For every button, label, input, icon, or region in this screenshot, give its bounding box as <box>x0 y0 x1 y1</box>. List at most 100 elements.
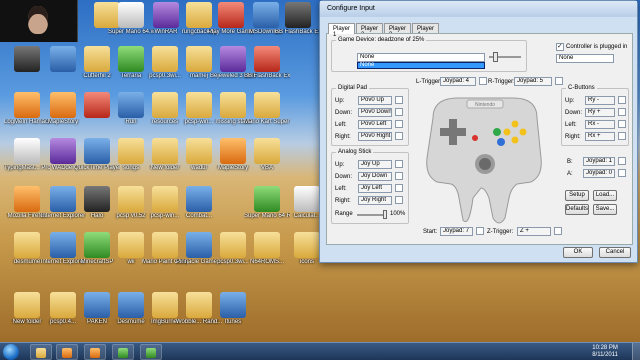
a-button-checkbox[interactable] <box>618 169 626 177</box>
defaults-button[interactable]: Defaults <box>565 204 589 215</box>
mapping-field[interactable]: Rx - <box>585 120 615 129</box>
app-icon <box>152 92 178 118</box>
mapping-field[interactable]: Ry - <box>585 96 615 105</box>
mapping-field[interactable]: Pov0 Up <box>358 96 392 105</box>
start-label: Start: <box>423 229 438 235</box>
desktop-icon-label: Combat... <box>185 213 212 219</box>
setup-button[interactable]: Setup <box>565 190 589 201</box>
l-trigger-label: L-Trigger: <box>416 79 442 85</box>
media-icon <box>62 348 72 358</box>
mapping-field[interactable]: Pov0 Right <box>358 132 392 141</box>
mapping-checkbox[interactable] <box>618 120 626 128</box>
desktop-icon[interactable]: Itunes <box>210 292 256 336</box>
app-icon <box>152 46 178 72</box>
mapping-label: Left: <box>565 122 577 128</box>
app-icon <box>14 186 40 212</box>
range-label: Range <box>335 211 353 217</box>
taskbar-media[interactable] <box>56 344 78 360</box>
mapping-field[interactable]: Joy Down <box>358 172 392 181</box>
controller-plugged-checkbox[interactable]: ✓ <box>556 43 564 51</box>
mapping-label: Down: <box>335 110 353 116</box>
app-icon <box>186 186 212 212</box>
controller-plugged-label: Controller is plugged in <box>566 44 628 50</box>
mapping-field[interactable]: Ry + <box>585 108 615 117</box>
mapping-checkbox[interactable] <box>395 184 403 192</box>
start-field[interactable]: Joypad: 7 <box>440 227 473 236</box>
deadzone-slider-thumb[interactable] <box>493 52 498 62</box>
r-trigger-field[interactable]: Joypad: 5 <box>514 77 552 86</box>
desktop-icon-label: VBA <box>260 165 273 171</box>
app-icon <box>118 138 144 164</box>
start-button[interactable] <box>3 344 19 360</box>
desktop-icon[interactable]: VBA <box>244 138 290 182</box>
pak-select[interactable]: None <box>556 54 614 63</box>
z-trigger-field[interactable]: Z + <box>517 227 551 236</box>
analog-stick-title: Analog Stick <box>336 149 374 155</box>
device-dropdown-option[interactable]: None <box>357 62 485 69</box>
desktop-icon[interactable]: Combat... <box>176 186 222 230</box>
taskbar-utorrent[interactable] <box>112 344 134 360</box>
b-label: B: <box>567 159 573 165</box>
r-trigger-checkbox[interactable] <box>555 77 563 85</box>
desktop-icon[interactable]: Mario Kart Super Circ... <box>244 92 290 136</box>
start-checkbox[interactable] <box>476 227 484 235</box>
controller-brand-text: Nintendo <box>475 102 495 108</box>
configure-input-dialog: Configure Input Player 1 Player 2 Player… <box>319 0 638 263</box>
desktop-icon-label: Mario Kart Super Circ... <box>244 119 290 125</box>
mapping-checkbox[interactable] <box>618 108 626 116</box>
mapping-checkbox[interactable] <box>395 108 403 116</box>
app-icon <box>186 292 212 318</box>
mapping-checkbox[interactable] <box>618 96 626 104</box>
mapping-field[interactable]: Pov0 Left <box>358 120 392 129</box>
l-trigger-field[interactable]: Joypad: 4 <box>440 77 476 86</box>
clock-time: 10:28 PM <box>592 345 618 351</box>
mapping-field[interactable]: Pov0 Down <box>358 108 392 117</box>
mapping-field[interactable]: Joy Right <box>358 196 392 205</box>
device-select[interactable]: None <box>357 53 485 62</box>
c-buttons-title: C-Buttons <box>566 85 597 91</box>
app-icon <box>118 292 144 318</box>
l-trigger-checkbox[interactable] <box>479 77 487 85</box>
app-icon <box>220 92 246 118</box>
app-icon <box>186 232 212 258</box>
desktop-icon[interactable]: BB FlashBack Express Pla... <box>244 46 290 90</box>
b-button-checkbox[interactable] <box>618 157 626 165</box>
desktop-icon[interactable]: BB FlashBack Express Re... <box>275 2 321 46</box>
mapping-checkbox[interactable] <box>395 160 403 168</box>
mapping-field[interactable]: Joy Left <box>358 184 392 193</box>
app-icon <box>50 186 76 212</box>
mapping-checkbox[interactable] <box>618 132 626 140</box>
z-trigger-checkbox[interactable] <box>554 227 562 235</box>
show-desktop-button[interactable] <box>632 343 640 360</box>
app-icon <box>254 186 280 212</box>
utorrent-icon <box>118 348 128 358</box>
mapping-checkbox[interactable] <box>395 132 403 140</box>
r-trigger-label: R-Trigger: <box>488 79 515 85</box>
mapping-label: Up: <box>335 98 345 104</box>
taskbar-explorer[interactable] <box>30 344 52 360</box>
z-trigger-label: Z-Trigger: <box>487 229 514 235</box>
taskbar-firefox[interactable] <box>84 344 106 360</box>
app-icon <box>254 232 280 258</box>
range-slider-thumb[interactable] <box>383 210 387 219</box>
mapping-checkbox[interactable] <box>395 120 403 128</box>
taskbar-app[interactable] <box>140 344 162 360</box>
b-button-field[interactable]: Joypad: 1 <box>583 157 615 166</box>
mapping-checkbox[interactable] <box>395 96 403 104</box>
dialog-titlebar[interactable]: Configure Input <box>320 1 637 17</box>
tab-player-1[interactable]: Player 1 <box>328 23 356 38</box>
mapping-checkbox[interactable] <box>395 172 403 180</box>
app-icon <box>84 232 110 258</box>
taskbar-clock[interactable]: 10:28 PM 8/11/2011 <box>592 345 618 359</box>
load-button[interactable]: Load... <box>593 190 617 201</box>
a-button-field[interactable]: Joypad: 0 <box>583 169 615 178</box>
app-icon <box>118 232 144 258</box>
mapping-field[interactable]: Joy Up <box>358 160 392 169</box>
ok-button[interactable]: OK <box>563 247 593 258</box>
app-icon <box>254 138 280 164</box>
app-icon <box>254 92 280 118</box>
mapping-field[interactable]: Rx + <box>585 132 615 141</box>
save-button[interactable]: Save... <box>593 204 617 215</box>
cancel-button[interactable]: Cancel <box>599 247 631 258</box>
mapping-checkbox[interactable] <box>395 196 403 204</box>
